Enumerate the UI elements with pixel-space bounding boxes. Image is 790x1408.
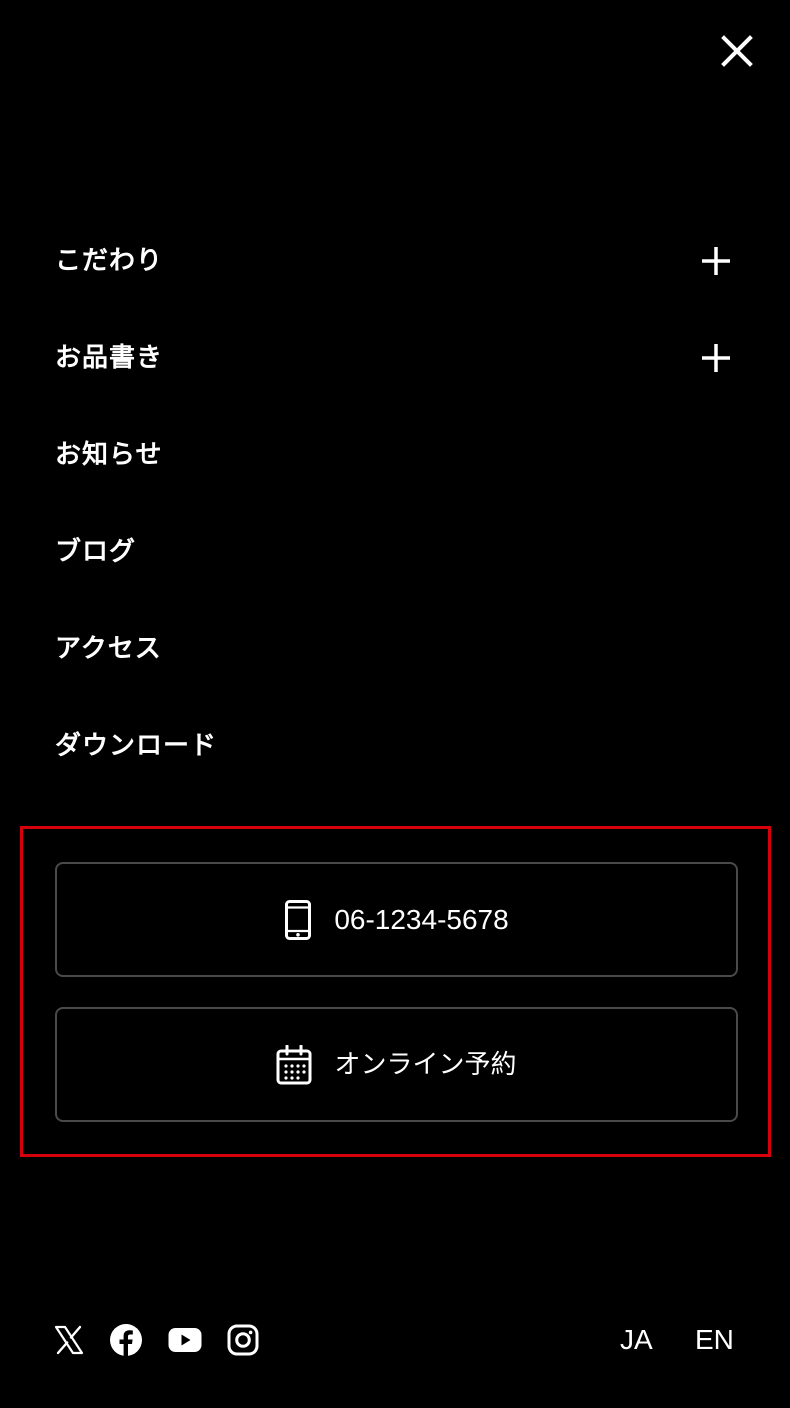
calendar-icon — [276, 1044, 312, 1084]
lang-ja-link[interactable]: JA — [620, 1322, 653, 1358]
social-links — [54, 1322, 284, 1358]
close-icon — [721, 35, 753, 67]
online-reservation-label: オンライン予約 — [334, 1049, 517, 1080]
nav-item-label: お知らせ — [55, 439, 163, 470]
mobile-menu-overlay: こだわり お品書き お知らせ ブログ アクセス ダウンロード 06-1234-5… — [0, 0, 790, 1408]
nav-item-news[interactable]: お知らせ — [0, 406, 790, 503]
close-button[interactable] — [716, 30, 758, 72]
cta-highlight-box: 06-1234-5678 オンライン予約 — [20, 826, 771, 1157]
x-icon[interactable] — [54, 1325, 84, 1355]
youtube-icon[interactable] — [168, 1327, 202, 1353]
nav-item-oshinagaki[interactable]: お品書き — [0, 309, 790, 406]
nav-item-blog[interactable]: ブログ — [0, 503, 790, 600]
plus-icon[interactable] — [700, 342, 732, 374]
nav-item-download[interactable]: ダウンロード — [0, 697, 790, 794]
online-reservation-button[interactable]: オンライン予約 — [55, 1007, 738, 1122]
lang-en-link[interactable]: EN — [695, 1322, 734, 1358]
instagram-icon[interactable] — [227, 1324, 259, 1356]
phone-number: 06-1234-5678 — [334, 903, 509, 935]
nav-item-kodawari[interactable]: こだわり — [0, 212, 790, 309]
nav-item-access[interactable]: アクセス — [0, 600, 790, 697]
main-nav: こだわり お品書き お知らせ ブログ アクセス ダウンロード — [0, 212, 790, 794]
nav-item-label: お品書き — [55, 342, 164, 373]
nav-item-label: ダウンロード — [55, 730, 218, 761]
plus-icon[interactable] — [700, 245, 732, 277]
nav-item-label: こだわり — [55, 245, 164, 276]
nav-item-label: ブログ — [55, 536, 137, 567]
facebook-icon[interactable] — [109, 1323, 143, 1357]
smartphone-icon — [285, 899, 312, 940]
phone-button[interactable]: 06-1234-5678 — [55, 862, 738, 977]
nav-item-label: アクセス — [55, 633, 162, 664]
